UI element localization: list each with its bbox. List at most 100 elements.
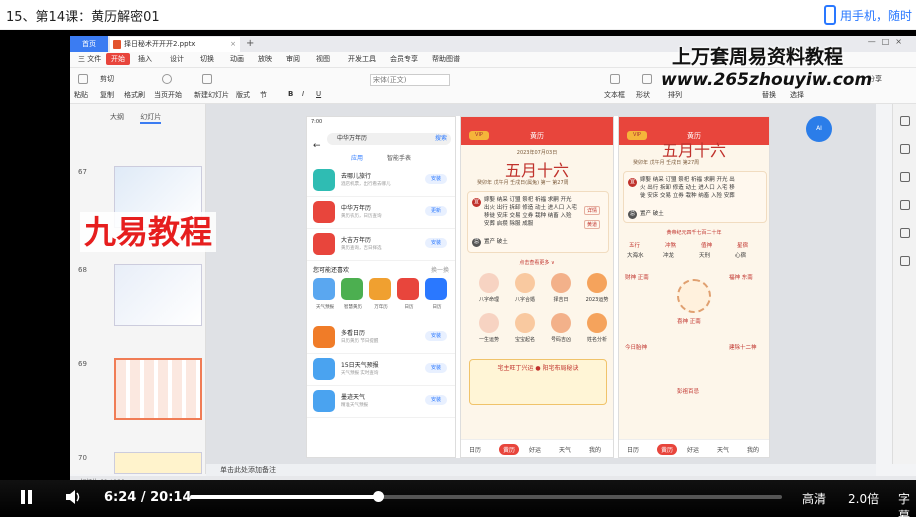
ai-assistant-button[interactable]: AI (806, 116, 832, 142)
progress-knob[interactable] (372, 491, 384, 502)
format-painter-button[interactable]: 格式刷 (124, 90, 145, 100)
section-more: 换一换 (430, 267, 449, 274)
tab-slides[interactable]: 幻灯片 (140, 113, 162, 124)
from-start-button[interactable]: 当页开始 (154, 90, 182, 100)
replace-button[interactable]: 替换 (762, 90, 776, 100)
copy-button[interactable]: 复制 (100, 90, 114, 100)
app-desc: 黄历农历，日历查询 (341, 214, 382, 219)
textbox-button[interactable]: 文本框 (604, 90, 625, 100)
app-desc: 黄历查询，吉日择选 (341, 246, 382, 251)
layout-button[interactable]: 版式 (236, 90, 250, 100)
shapes-button[interactable]: 形状 (636, 90, 650, 100)
almanac-label: 建除十二神 (729, 345, 757, 351)
menu-item[interactable]: 设计 (170, 54, 184, 64)
almanac-label: 喜神 正南 (677, 319, 701, 325)
feature-label: 宝宝起名 (514, 337, 535, 343)
select-button[interactable]: 选择 (790, 90, 804, 100)
design-icon[interactable] (900, 144, 910, 154)
tab-outline[interactable]: 大纲 (110, 113, 124, 121)
player-controls: 6:24 / 20:14 高清 2.0倍 字幕 (0, 480, 916, 517)
volume-icon[interactable] (66, 490, 82, 504)
textbox-icon[interactable] (610, 74, 620, 84)
app-icon (313, 169, 335, 191)
paste-icon[interactable] (78, 74, 88, 84)
almanac-label: 今日胎神 (625, 345, 648, 351)
italic-button[interactable]: I (302, 90, 304, 98)
menu-item[interactable]: 动画 (230, 54, 244, 64)
app-item: 去哪儿旅行 酒店机票，出行看去哪儿 安装 (307, 165, 455, 197)
speed-button[interactable]: 2.0倍 (848, 490, 879, 507)
bold-button[interactable]: B (288, 90, 293, 98)
pause-button[interactable] (20, 490, 34, 504)
install-button: 更新 (425, 206, 447, 216)
animation-icon[interactable] (900, 172, 910, 182)
phone-icon[interactable] (824, 5, 836, 25)
menu-item[interactable]: 开发工具 (348, 54, 376, 64)
tab-home[interactable]: 首页 (70, 36, 108, 52)
feature-label: 八字命理 (478, 297, 499, 303)
wuxing-label: 值神 (701, 243, 713, 249)
current-slide[interactable]: 7:00 ← 中华万年历 搜索 应用 智能手表 去哪儿旅行 酒店机票，出行看去哪儿… (306, 116, 770, 458)
new-slide-button[interactable]: 新建幻灯片 (194, 90, 229, 100)
arrange-button[interactable]: 排列 (668, 90, 682, 100)
menu-item[interactable]: 帮助图谱 (432, 54, 460, 64)
almanac-label: 福神 东南 (729, 275, 753, 281)
menu-item[interactable]: 切换 (200, 54, 214, 64)
app-label: 日历 (432, 305, 442, 310)
transition-icon[interactable] (900, 200, 910, 210)
phone-screenshot-almanac: VIP 黄历 2023年07月03日 五月十六 癸卯年 戊午月 壬戌日(属兔) … (460, 116, 614, 458)
almanac-label: 彭祖百忌 (677, 389, 700, 395)
back-arrow-icon: ← (313, 141, 321, 151)
section-button[interactable]: 节 (260, 90, 267, 100)
close-icon[interactable]: × (230, 37, 236, 52)
ganzhi-line: 癸卯年 戊午月 壬戌日 第27周 (633, 160, 700, 166)
slide-panel-tabs: 大纲 幻灯片 (110, 112, 175, 124)
menu-item[interactable]: 视图 (316, 54, 330, 64)
menu-item[interactable]: 放映 (258, 54, 272, 64)
menu-item[interactable]: 三 文件 (78, 54, 101, 64)
quality-button[interactable]: 高清 (802, 490, 826, 507)
nav-item: 好运 (687, 447, 700, 454)
slide-thumbnail-selected[interactable] (114, 358, 202, 420)
cut-button[interactable]: 剪切 (100, 74, 114, 84)
app-name: 15日天气预报 (341, 362, 379, 369)
settings-icon[interactable] (900, 256, 910, 266)
slide-thumbnail[interactable] (114, 264, 202, 326)
font-select[interactable]: 宋体(正文) (370, 74, 450, 86)
video-player[interactable]: 首页 择日秘术开开开2.pptx × + —□× 三 文件 开始 插入 设计 切换 动画 放… (0, 30, 916, 517)
app-desc: 日历黄历 节日提醒 (341, 339, 379, 344)
app-icon (341, 278, 363, 300)
new-slide-icon[interactable] (202, 74, 212, 84)
app-name: 去哪儿旅行 (341, 173, 372, 180)
new-tab-icon[interactable]: + (246, 36, 254, 52)
notes-area[interactable]: 单击此处添加备注 (206, 464, 876, 476)
menu-item[interactable]: 插入 (138, 54, 152, 64)
feature-icon (515, 313, 535, 333)
nav-item: 日历 (627, 447, 640, 454)
app-label: 日历 (404, 305, 414, 310)
menu-item[interactable]: 开始 (106, 53, 130, 65)
subtitle-button[interactable]: 字幕 (898, 490, 916, 517)
course-header: 15、第14课：黄历解密01 用手机，随时 (0, 0, 916, 30)
menu-item[interactable]: 审阅 (286, 54, 300, 64)
appstore-tabs: 应用 智能手表 (307, 151, 455, 165)
lunar-date: 五月十六 (504, 161, 569, 180)
wuxing-value: 心宿 (735, 253, 747, 259)
tab-document[interactable]: 择日秘术开开开2.pptx × (110, 37, 240, 52)
property-icon[interactable] (900, 116, 910, 126)
window-controls[interactable]: —□× (868, 37, 908, 46)
shapes-icon[interactable] (642, 74, 652, 84)
install-button: 安装 (425, 363, 447, 373)
mobile-link[interactable]: 用手机，随时 (840, 7, 912, 24)
underline-button[interactable]: U (316, 90, 321, 98)
progress-bar[interactable] (190, 491, 782, 502)
yiji-box: 宜 嫁娶 纳采 订盟 祭祀 祈福 求嗣 开光 出火 出行 拆卸 修造 动土 进人… (623, 171, 767, 223)
clock-icon[interactable] (900, 228, 910, 238)
slide-thumbnail[interactable] (114, 452, 202, 474)
menu-item[interactable]: 会员专享 (390, 54, 418, 64)
feature-label: 姓名分析 (586, 337, 607, 343)
paste-button[interactable]: 粘贴 (74, 90, 88, 100)
feature-icons: 八字命理 八字合婚 择吉日 2023运势 一生运势 宝宝起名 号码吉凶 姓名分析 (461, 273, 613, 353)
play-icon[interactable] (162, 74, 172, 84)
see-more: 点击查看更多 ∨ (519, 260, 555, 266)
